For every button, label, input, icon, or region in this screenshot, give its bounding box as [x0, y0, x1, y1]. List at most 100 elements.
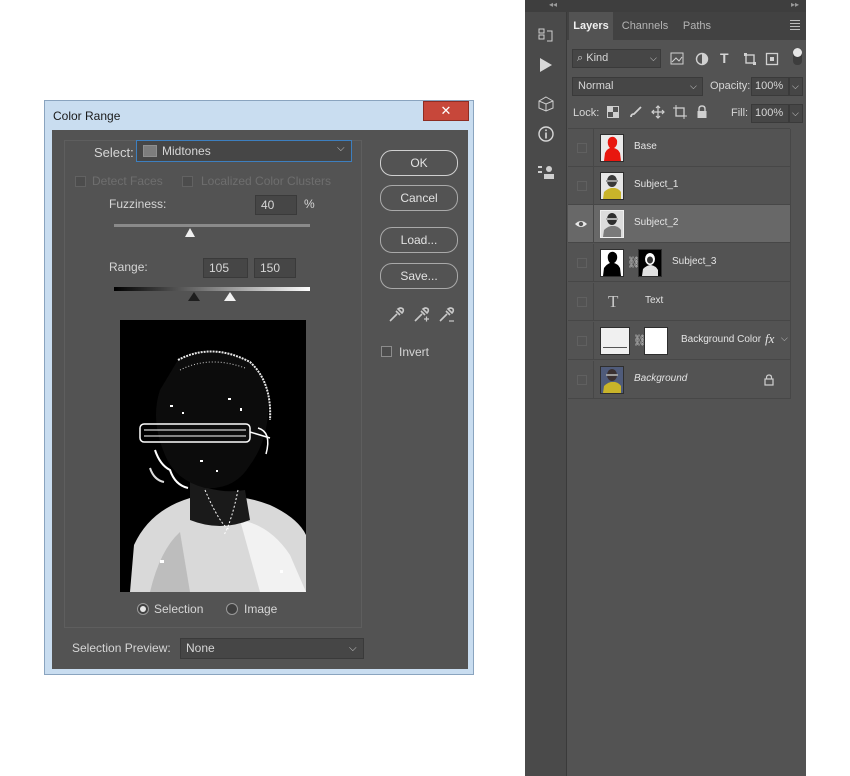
fuzziness-slider-handle[interactable]: [185, 228, 196, 237]
panel-icon-strip: [525, 12, 567, 776]
eyedropper-plus-icon[interactable]: [412, 306, 430, 324]
visibility-off-box: [577, 336, 587, 346]
visibility-toggle[interactable]: [568, 244, 594, 282]
eyedropper-icon[interactable]: [387, 306, 405, 324]
selection-preview-dropdown[interactable]: None ⌵: [180, 638, 364, 659]
smart-object-filter-icon[interactable]: [765, 52, 779, 66]
panel-menu-icon[interactable]: [790, 20, 800, 30]
info-icon[interactable]: [537, 125, 555, 143]
chevron-down-icon: ⌵: [349, 643, 357, 654]
shape-filter-icon[interactable]: [743, 52, 757, 66]
localized-clusters-checkbox[interactable]: [182, 176, 193, 187]
chevron-down-icon[interactable]: ⌵: [781, 333, 788, 344]
visibility-toggle[interactable]: [568, 205, 594, 243]
visibility-off-box: [577, 143, 587, 153]
chevron-down-icon: ⌵: [337, 143, 345, 154]
save-button[interactable]: Save...: [380, 263, 458, 289]
fill-input[interactable]: 100%: [751, 104, 789, 123]
load-button[interactable]: Load...: [380, 227, 458, 253]
lock-artboard-icon[interactable]: [673, 105, 687, 119]
detect-faces-label: Detect Faces: [92, 174, 163, 188]
invert-checkbox[interactable]: [381, 346, 392, 357]
chevron-down-icon: ⌵: [650, 53, 657, 63]
lock-all-icon[interactable]: [696, 105, 708, 119]
eyedropper-minus-icon[interactable]: [437, 306, 455, 324]
tab-paths[interactable]: Paths: [675, 12, 719, 40]
filter-toggle[interactable]: [793, 48, 802, 65]
select-value: Midtones: [162, 144, 211, 158]
blend-mode-dropdown[interactable]: Normal ⌵: [572, 77, 703, 96]
image-radio-label: Image: [244, 602, 278, 616]
layer-name: Background Color: [681, 334, 762, 345]
visibility-toggle[interactable]: [568, 361, 594, 399]
layer-row-background-color[interactable]: ⛓ Background Color fx ⌵: [568, 322, 790, 360]
layer-row-subject-1[interactable]: Subject_1: [568, 167, 790, 205]
range-gradient-track[interactable]: [114, 287, 310, 291]
cancel-button[interactable]: Cancel: [380, 185, 458, 211]
close-button[interactable]: ✕: [423, 101, 469, 121]
range-low-handle[interactable]: [188, 292, 201, 301]
layer-row-subject-2[interactable]: Subject_2: [568, 205, 790, 243]
background-photo-thumbnail: [601, 367, 623, 393]
mask-preview-figure: [120, 320, 306, 592]
opacity-input[interactable]: 100%: [751, 77, 789, 96]
type-filter-icon[interactable]: T: [720, 50, 729, 66]
layer-name: Subject_3: [672, 256, 717, 267]
image-radio[interactable]: [226, 603, 238, 615]
layer-mask-thumbnail: [644, 327, 668, 355]
layer-thumbnail: [600, 172, 624, 200]
fuzziness-input[interactable]: 40: [255, 195, 297, 215]
dialog-body: Select: Midtones ⌵ Detect Faces Localize…: [52, 130, 468, 669]
eye-icon: [575, 221, 587, 227]
opacity-label: Opacity:: [710, 80, 751, 92]
lock-image-pixels-icon[interactable]: [629, 105, 643, 119]
collapse-panel-icon[interactable]: ◂◂: [549, 0, 557, 9]
layer-name: Text: [645, 295, 664, 306]
fill-chevron-icon[interactable]: ⌵: [789, 104, 803, 123]
ok-button[interactable]: OK: [380, 150, 458, 176]
layer-row-subject-3[interactable]: ⛓ Subject_3: [568, 244, 790, 282]
scrollbar-edge: [790, 129, 791, 399]
visibility-toggle[interactable]: [568, 322, 594, 360]
visibility-toggle[interactable]: [568, 129, 594, 167]
selection-radio-label: Selection: [154, 602, 204, 616]
tab-layers[interactable]: Layers: [569, 12, 613, 40]
range-high-handle[interactable]: [223, 292, 236, 301]
selection-radio[interactable]: [137, 603, 149, 615]
invert-label: Invert: [399, 345, 430, 359]
visibility-off-box: [577, 375, 587, 385]
layer-row-base[interactable]: Base: [568, 129, 790, 167]
visibility-toggle[interactable]: [568, 283, 594, 321]
fx-effects-icon[interactable]: fx: [765, 331, 774, 347]
opacity-chevron-icon[interactable]: ⌵: [789, 77, 803, 96]
layer-name: Subject_1: [634, 179, 679, 190]
filter-kind-dropdown[interactable]: ⌕ Kind ⌵: [572, 49, 661, 68]
tab-channels[interactable]: Channels: [615, 12, 675, 40]
chevron-down-icon: ⌵: [690, 81, 697, 91]
3d-cube-icon[interactable]: [537, 95, 555, 113]
subject-thumbnail: [603, 175, 621, 199]
lock-position-icon[interactable]: [651, 105, 665, 119]
adjustment-filter-icon[interactable]: [695, 52, 709, 66]
lock-transparent-pixels-icon[interactable]: [607, 106, 619, 118]
fill-label: Fill:: [731, 107, 749, 119]
pixel-layer-filter-icon[interactable]: [670, 52, 684, 65]
expand-panel-icon[interactable]: ▸▸: [791, 0, 799, 9]
visibility-off-box: [577, 181, 587, 191]
range-high-input[interactable]: 150: [254, 258, 296, 278]
fuzziness-label: Fuzziness:: [109, 197, 167, 211]
visibility-toggle[interactable]: [568, 167, 594, 205]
select-dropdown[interactable]: Midtones ⌵: [136, 140, 352, 162]
history-icon[interactable]: [537, 27, 555, 45]
layer-name: Background: [634, 373, 688, 384]
fuzziness-slider-track[interactable]: [114, 224, 310, 227]
layer-row-text[interactable]: T Text: [568, 283, 790, 321]
color-range-dialog: Color Range ✕ Select: Midtones ⌵ Detect …: [44, 100, 474, 675]
detect-faces-checkbox[interactable]: [75, 176, 86, 187]
play-actions-icon[interactable]: [539, 57, 553, 73]
range-low-input[interactable]: 105: [203, 258, 248, 278]
search-icon: ⌕: [577, 52, 584, 64]
layer-row-background[interactable]: Background: [568, 361, 790, 399]
properties-icon[interactable]: [537, 163, 555, 181]
layer-name: Base: [634, 141, 657, 152]
